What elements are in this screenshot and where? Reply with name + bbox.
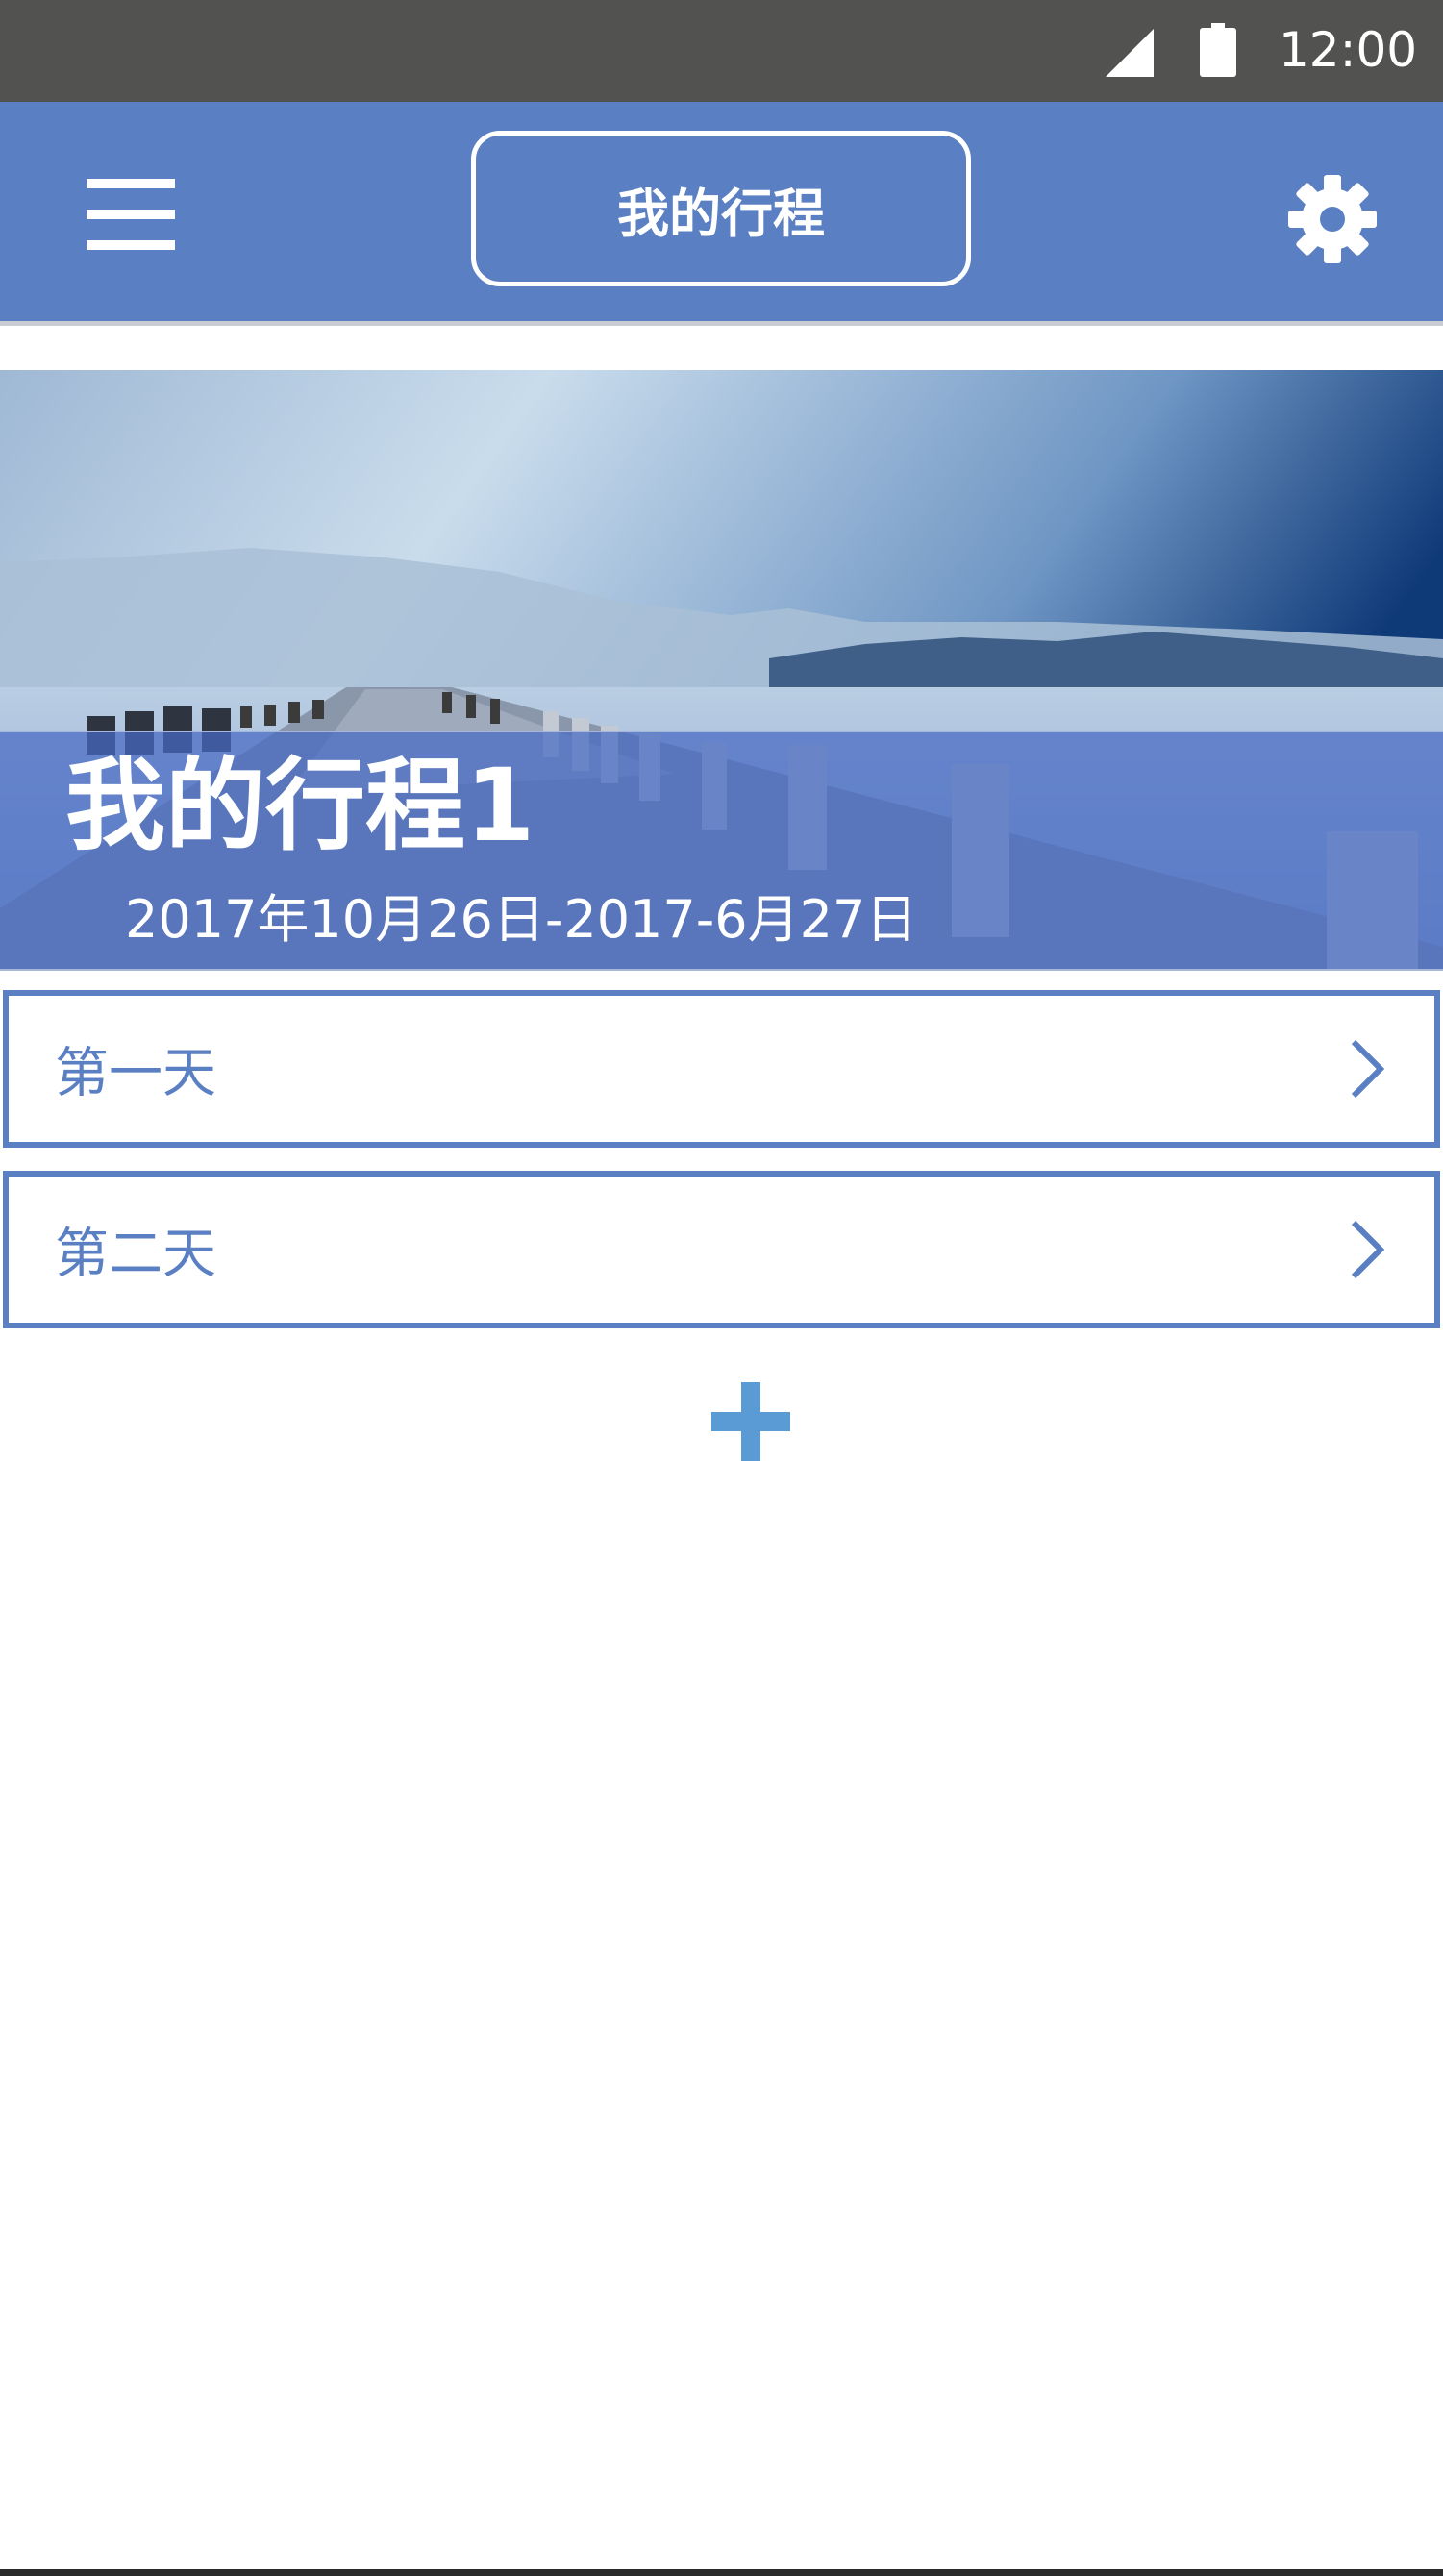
battery-icon (1200, 23, 1236, 77)
app-bar-divider (0, 321, 1443, 326)
plus-icon[interactable] (711, 1382, 790, 1461)
chevron-right-icon (1351, 1220, 1384, 1279)
list-item-day-2[interactable]: 第二天 (3, 1171, 1440, 1328)
day-label: 第一天 (55, 1042, 216, 1105)
status-time: 12:00 (1279, 22, 1418, 78)
menu-icon[interactable] (87, 179, 175, 250)
chevron-right-icon (1351, 1039, 1384, 1099)
list-item-day-1[interactable]: 第一天 (3, 990, 1440, 1148)
trip-title: 我的行程1 (65, 747, 535, 864)
page-title: 我的行程 (617, 183, 825, 244)
bottom-divider (0, 2569, 1443, 2576)
trip-dates: 2017年10月26日-2017-6月27日 (125, 889, 918, 950)
page-title-button[interactable]: 我的行程 (471, 131, 971, 286)
day-label: 第二天 (55, 1223, 216, 1286)
signal-icon (1106, 29, 1154, 77)
status-bar: 12:00 (0, 0, 1443, 102)
gear-icon[interactable] (1288, 175, 1377, 263)
